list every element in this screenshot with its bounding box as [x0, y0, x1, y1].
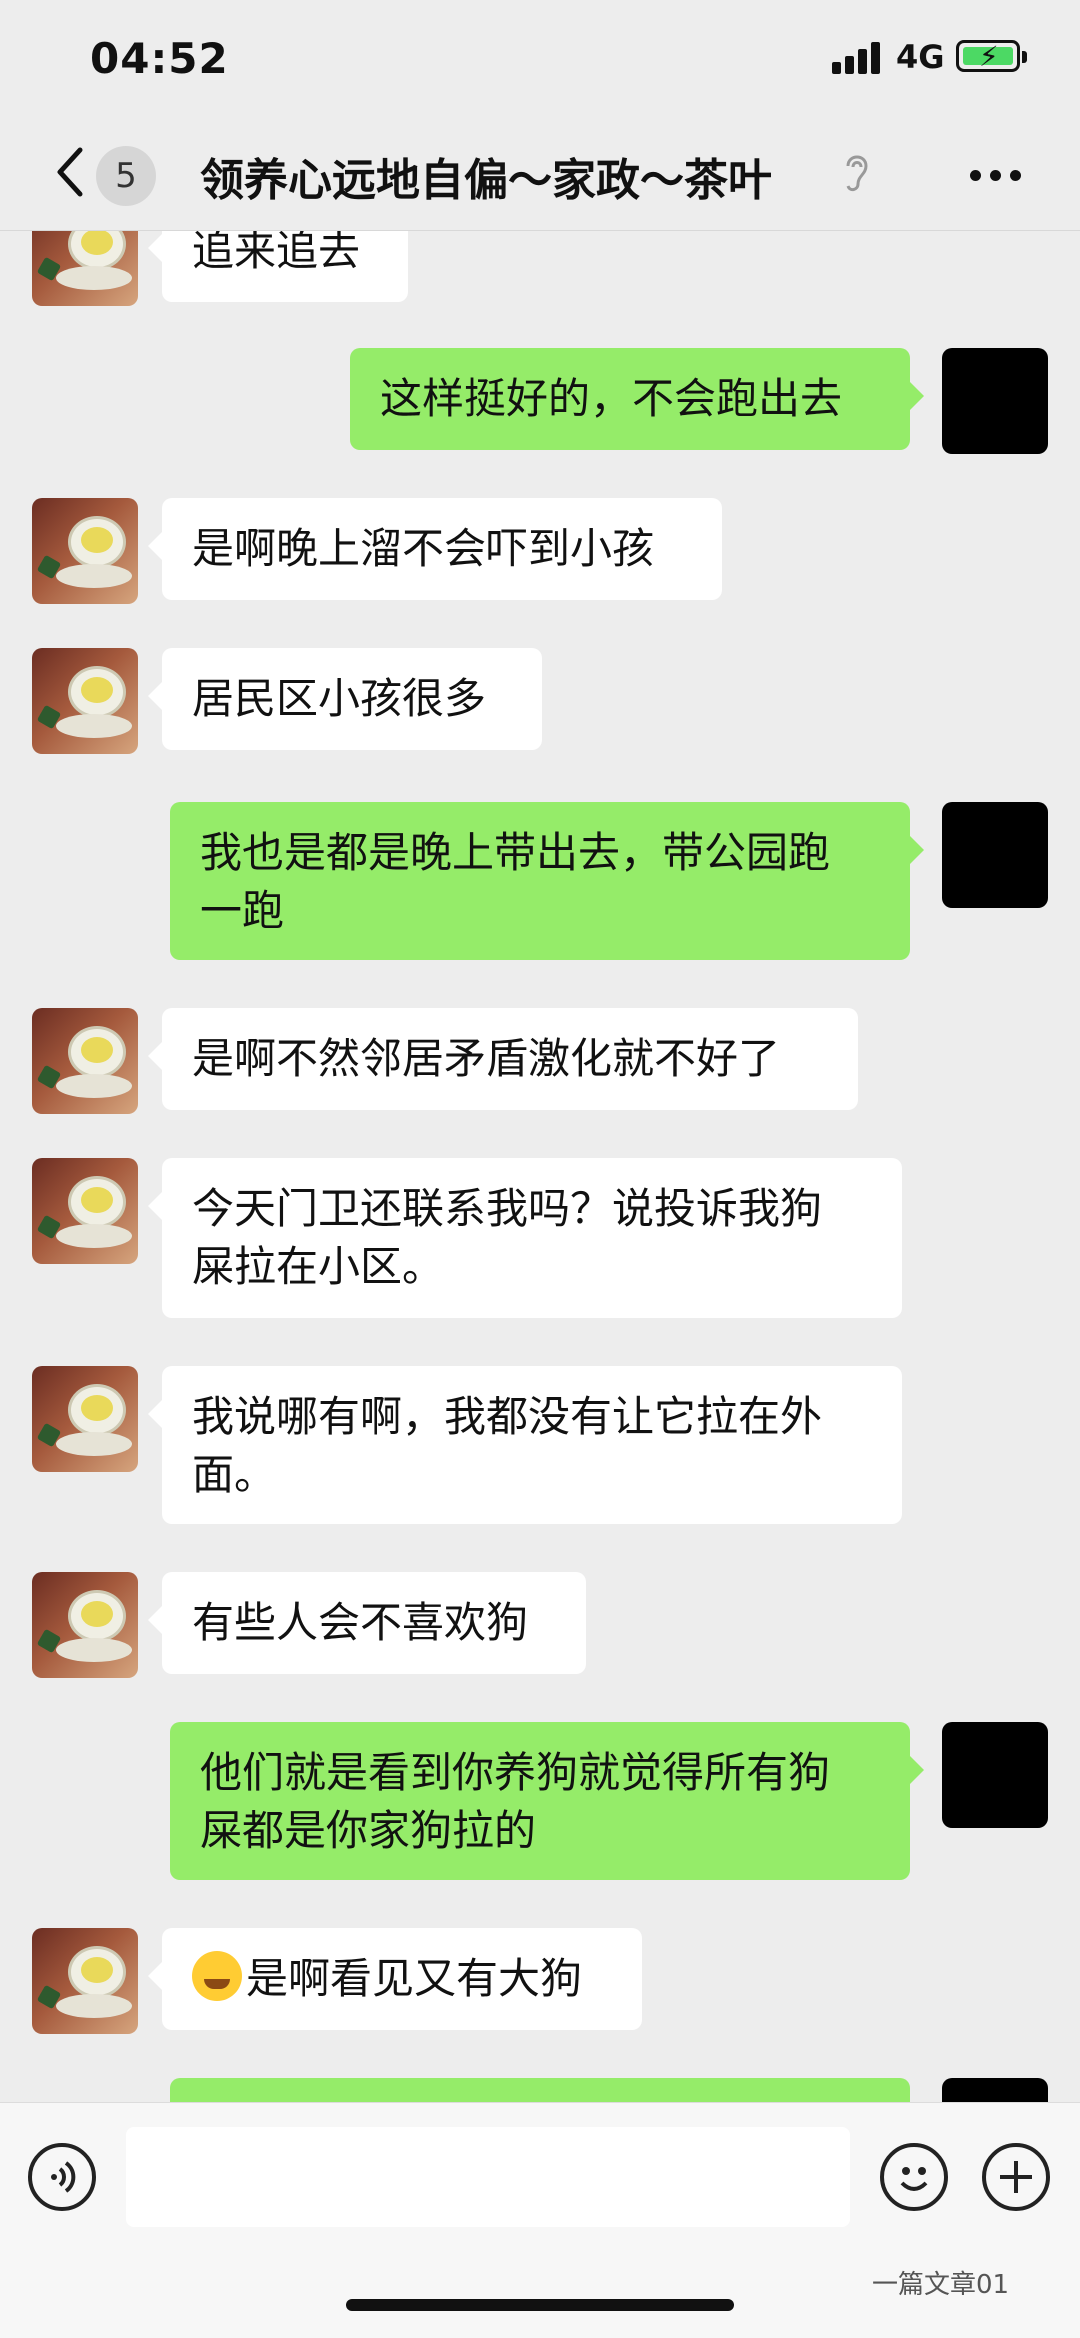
- facepalm-emoji-icon: [192, 1951, 242, 2001]
- message-bubble[interactable]: 这样挺好的，不会跑出去: [350, 348, 924, 450]
- home-indicator[interactable]: [346, 2299, 734, 2311]
- my-avatar[interactable]: [942, 1722, 1048, 1828]
- message-bubble[interactable]: [170, 2078, 910, 2102]
- message-bubble[interactable]: 有些人会不喜欢狗: [148, 1572, 586, 1674]
- my-avatar[interactable]: [942, 2078, 1048, 2102]
- emoji-icon[interactable]: [880, 2143, 948, 2211]
- watermark: 一篇文章01: [872, 2270, 1010, 2300]
- battery-charging-icon: ⚡: [956, 40, 1027, 73]
- message-line: 屎拉在小区。: [192, 1242, 445, 1291]
- muted-ear-icon: [846, 155, 868, 192]
- message-line: 他们就是看到你养狗就觉得所有狗: [200, 1748, 831, 1797]
- message-line: 面。: [192, 1450, 277, 1499]
- contact-avatar[interactable]: [32, 1008, 138, 1114]
- message-bubble[interactable]: 我也是都是晚上带出去，带公园跑 一跑: [170, 802, 924, 960]
- back-chevron-icon[interactable]: [50, 142, 90, 202]
- contact-avatar[interactable]: [32, 1366, 138, 1472]
- clock: 04:52: [90, 34, 229, 83]
- message-bubble[interactable]: 是啊晚上溜不会吓到小孩: [148, 498, 722, 600]
- contact-avatar[interactable]: [32, 230, 138, 306]
- contact-avatar[interactable]: [32, 1572, 138, 1678]
- message-line: 一跑: [200, 886, 285, 935]
- message-bubble[interactable]: 他们就是看到你养狗就觉得所有狗 屎都是你家狗拉的: [170, 1722, 924, 1880]
- message-input[interactable]: [126, 2127, 850, 2227]
- message-bubble[interactable]: 追来追去: [148, 230, 408, 302]
- message-bubble[interactable]: 是啊不然邻居矛盾激化就不好了: [148, 1008, 858, 1110]
- my-avatar[interactable]: [942, 348, 1048, 454]
- message-line: 我也是都是晚上带出去，带公园跑: [200, 828, 831, 877]
- message-bubble[interactable]: 居民区小孩很多: [148, 648, 542, 750]
- status-bar: 04:52 4G ⚡: [0, 0, 1080, 120]
- network-type: 4G: [896, 38, 945, 76]
- contact-avatar[interactable]: [32, 648, 138, 754]
- contact-avatar[interactable]: [32, 1928, 138, 2034]
- signal-icon: [832, 40, 882, 74]
- message-text: 是啊看见又有大狗: [246, 1954, 583, 2003]
- chat-title: 领养心远地自偏～家政～茶叶: [200, 155, 772, 206]
- chat-header: 5 领养心远地自偏～家政～茶叶: [0, 120, 1080, 231]
- message-bubble[interactable]: 今天门卫还联系我吗？说投诉我狗 屎拉在小区。: [148, 1158, 902, 1318]
- message-line: 我说哪有啊，我都没有让它拉在外: [192, 1392, 823, 1441]
- message-bubble[interactable]: 是啊看见又有大狗: [148, 1928, 642, 2030]
- voice-input-icon[interactable]: [28, 2143, 96, 2211]
- message-line: 屎都是你家狗拉的: [200, 1806, 537, 1855]
- message-bubble[interactable]: 我说哪有啊，我都没有让它拉在外 面。: [148, 1366, 902, 1524]
- my-avatar[interactable]: [942, 802, 1048, 908]
- add-more-icon[interactable]: [982, 2143, 1050, 2211]
- more-options-icon[interactable]: [970, 170, 1022, 182]
- message-list[interactable]: 追来追去 这样挺好的，不会跑出去 是啊晚上溜不会吓到小孩 居民区小孩很多 我也是…: [0, 230, 1080, 2102]
- message-line: 今天门卫还联系我吗？说投诉我狗: [192, 1184, 823, 1233]
- contact-avatar[interactable]: [32, 1158, 138, 1264]
- contact-avatar[interactable]: [32, 498, 138, 604]
- unread-count-badge[interactable]: 5: [96, 146, 156, 206]
